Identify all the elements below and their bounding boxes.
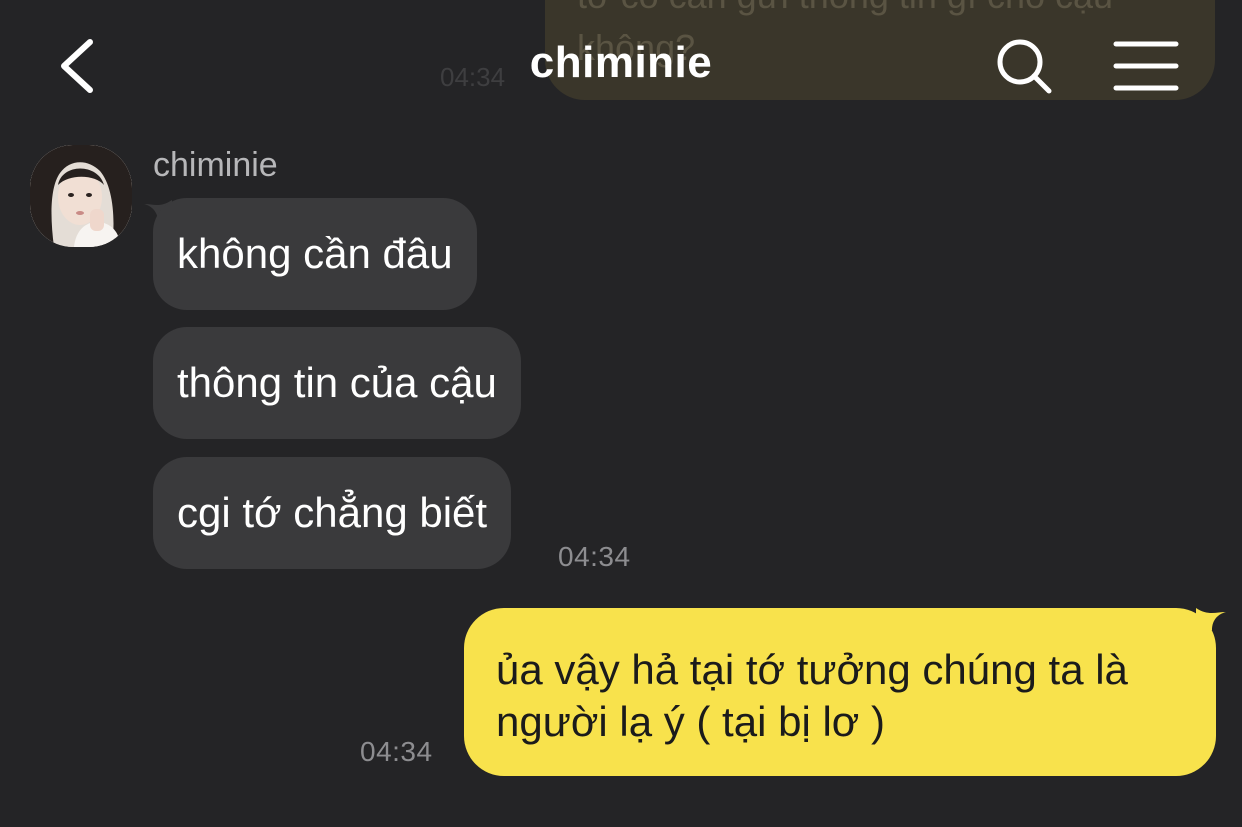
outgoing-message-time: 04:34 [360, 736, 433, 767]
incoming-message-time: 04:34 [558, 541, 631, 572]
incoming-message-text: thông tin của cậu [177, 359, 497, 406]
profile-photo [30, 145, 132, 247]
menu-button[interactable] [1112, 38, 1180, 94]
search-button[interactable] [994, 36, 1056, 98]
incoming-message-bubble[interactable]: không cần đâu [153, 198, 477, 310]
outgoing-bubble-tail [1196, 608, 1226, 630]
sender-name: chiminie [153, 146, 278, 184]
incoming-message-bubble[interactable]: cgi tớ chẳng biết [153, 457, 512, 569]
incoming-message-bubble[interactable]: thông tin của cậu [153, 327, 521, 439]
outgoing-message-bubble[interactable]: ủa vậy hả tại tớ tưởng chúng ta là người… [464, 608, 1216, 776]
search-icon [997, 39, 1052, 94]
hamburger-menu-icon [1113, 41, 1179, 91]
incoming-message-text: cgi tớ chẳng biết [177, 489, 488, 536]
incoming-message-text: không cần đâu [177, 230, 453, 277]
outgoing-message-text: ủa vậy hả tại tớ tưởng chúng ta là người… [496, 646, 1128, 745]
avatar[interactable] [30, 145, 132, 247]
